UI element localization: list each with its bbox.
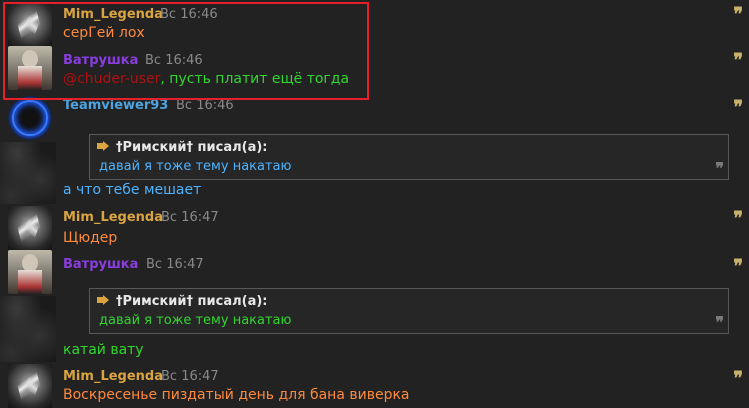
message-time: Вс 16:47 <box>146 257 204 272</box>
message-text: а что тебе мешает <box>63 182 202 198</box>
quote-text: давай я тоже тему накатаю <box>99 159 292 174</box>
quote-block: †Римский† писал(а): давай я тоже тему на… <box>89 134 729 180</box>
quote-icon[interactable]: ❞ <box>733 99 743 117</box>
quote-icon[interactable]: ❞ <box>733 6 743 24</box>
chat-message: Ватрушка Вс 16:47 ❞ †Римский† писал(а): … <box>0 250 749 362</box>
author-name[interactable]: Mim_Legenda <box>63 210 163 225</box>
quote-icon[interactable]: ❞ <box>733 258 743 276</box>
message-time: Вс 16:46 <box>176 98 234 113</box>
quote-header: †Римский† писал(а): <box>116 294 268 309</box>
message-text: катай вату <box>63 342 144 358</box>
chat-message: Teamviewer93 Вс 16:46 ❞ †Римский† писал(… <box>0 94 749 204</box>
decorative-background <box>0 296 56 362</box>
avatar[interactable] <box>8 364 52 408</box>
quote-icon[interactable]: ❞ <box>733 210 743 228</box>
author-name[interactable]: Mim_Legenda <box>63 369 163 384</box>
chat-message: Mim_Legenda Вс 16:47 ❞ Воскресенье пизда… <box>0 362 749 408</box>
avatar[interactable] <box>8 250 52 294</box>
avatar[interactable] <box>8 96 52 140</box>
author-name[interactable]: Teamviewer93 <box>63 98 168 113</box>
quote-text: давай я тоже тему накатаю <box>99 313 292 328</box>
quote-block: †Римский† писал(а): давай я тоже тему на… <box>89 288 729 334</box>
arrow-icon <box>97 141 109 151</box>
highlight-box <box>3 2 369 100</box>
quote-icon[interactable]: ❞ <box>733 370 743 388</box>
avatar[interactable] <box>8 206 52 250</box>
message-text: Щюдер <box>63 230 118 246</box>
arrow-icon <box>97 295 109 305</box>
message-time: Вс 16:47 <box>161 369 219 384</box>
message-text: Воскресенье пиздатый день для бана вивер… <box>63 387 410 403</box>
author-name[interactable]: Ватрушка <box>63 257 138 272</box>
quote-header: †Римский† писал(а): <box>116 140 268 155</box>
quote-icon: ❞ <box>715 159 724 178</box>
quote-icon: ❞ <box>715 313 724 332</box>
decorative-background <box>0 142 56 204</box>
message-time: Вс 16:47 <box>161 210 219 225</box>
chat-message: Mim_Legenda Вс 16:47 ❞ Щюдер <box>0 204 749 250</box>
quote-icon[interactable]: ❞ <box>733 52 743 70</box>
